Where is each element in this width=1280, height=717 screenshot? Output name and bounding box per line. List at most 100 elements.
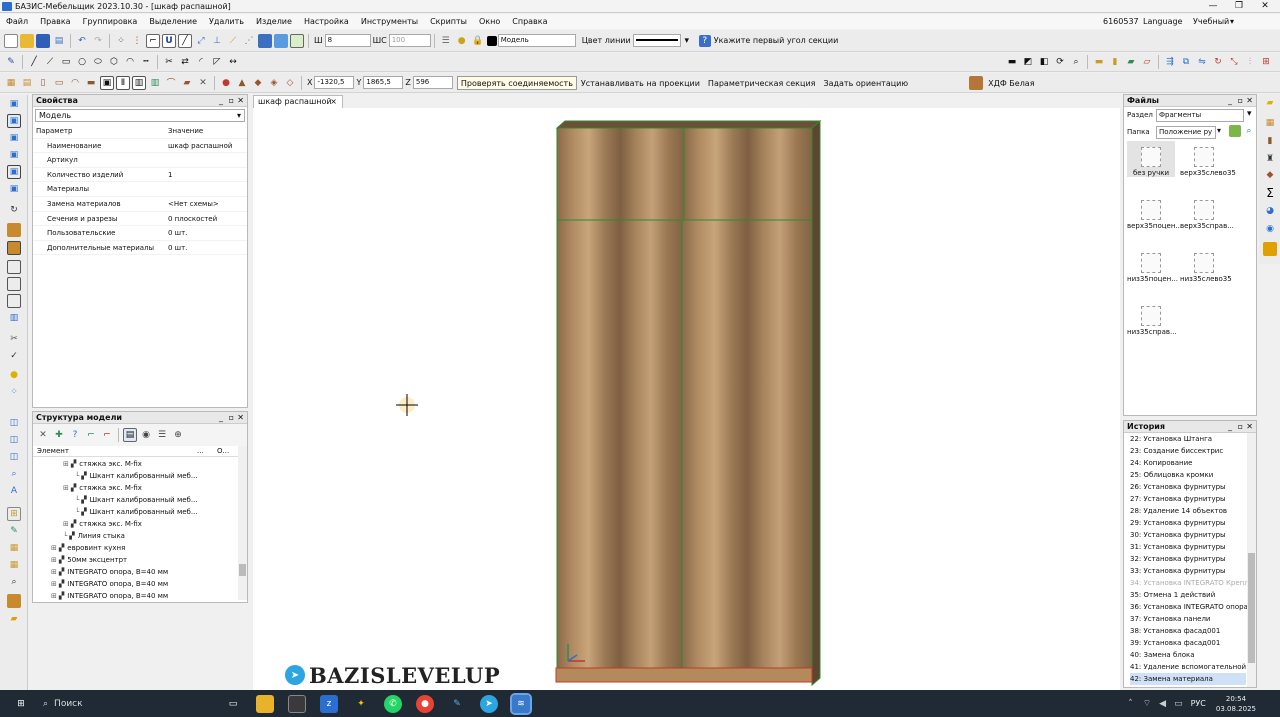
- history-item[interactable]: 23: Создание биссектрис: [1130, 445, 1246, 457]
- z-coordinate-field[interactable]: 596: [412, 76, 453, 89]
- x-coordinate-field[interactable]: -1320,5: [314, 76, 355, 89]
- check-connectivity-toggle[interactable]: Проверять соединяемость: [456, 75, 577, 90]
- snap-node-icon[interactable]: ⋮: [130, 34, 144, 48]
- menu-help[interactable]: Справка: [506, 17, 553, 26]
- snap-corner-icon[interactable]: ⌐: [146, 33, 160, 48]
- strip-frame-icon[interactable]: [7, 260, 21, 274]
- fragment-thumb[interactable]: верх35справ...: [1180, 194, 1234, 230]
- strip-grid-icon[interactable]: ⁘: [7, 385, 21, 399]
- rectangle-tool-icon[interactable]: ▭: [59, 55, 73, 69]
- structure-group-icon[interactable]: ⊕: [171, 428, 185, 442]
- structure-eye-icon[interactable]: ◉: [139, 428, 153, 442]
- revolve-icon[interactable]: ◈: [267, 76, 281, 90]
- polygon-tool-icon[interactable]: ⬡: [107, 55, 121, 69]
- set-orientation-button[interactable]: Задать ориентацию: [819, 76, 912, 90]
- door-icon[interactable]: ▯: [36, 76, 50, 90]
- section-chevron-icon[interactable]: ▾: [1247, 109, 1252, 119]
- right-stamp-icon[interactable]: ♜: [1263, 152, 1277, 166]
- line-style-dropdown-icon[interactable]: ▾: [682, 34, 692, 48]
- structure-filter-icon[interactable]: ▤: [123, 428, 137, 442]
- material-swatch-icon[interactable]: [969, 75, 984, 90]
- snap-line-icon[interactable]: ╱: [178, 33, 192, 48]
- transform-array-icon[interactable]: ⊞: [1259, 55, 1273, 69]
- strip-panel5-icon[interactable]: ▣: [7, 165, 21, 179]
- facade-icon[interactable]: ▥: [148, 76, 162, 90]
- structure-help-icon[interactable]: ?: [68, 428, 82, 442]
- strip-tool3-icon[interactable]: ▦: [7, 541, 21, 555]
- select-tool-icon[interactable]: ✎: [4, 55, 18, 69]
- history-item[interactable]: 24: Копирование: [1130, 457, 1246, 469]
- menu-settings[interactable]: Настройка: [298, 17, 355, 26]
- extrude-icon[interactable]: ◆: [251, 76, 265, 90]
- edge-band-icon[interactable]: ▰: [180, 76, 194, 90]
- tree-item[interactable]: ⊞ ▞ стяжка экс. M-fix: [63, 482, 142, 494]
- right-palette-icon[interactable]: ◕: [1263, 204, 1277, 218]
- bottom-right-door[interactable]: [681, 219, 813, 669]
- strip-rotate-icon[interactable]: ↻: [7, 203, 21, 217]
- top-right-door[interactable]: [683, 127, 813, 221]
- property-row[interactable]: Количество изделий 1: [33, 168, 247, 183]
- layers-icon[interactable]: ☰: [439, 34, 453, 48]
- new-file-icon[interactable]: [4, 33, 18, 48]
- drawer-icon[interactable]: ▭: [52, 76, 66, 90]
- structure-add-icon[interactable]: ✚: [52, 428, 66, 442]
- structure-unlink-icon[interactable]: ⌐: [100, 428, 114, 442]
- properties-minimize-button[interactable]: _: [219, 95, 223, 107]
- offset-tool-icon[interactable]: ⇄: [178, 55, 192, 69]
- snap-tangent-icon[interactable]: ⤢: [194, 34, 208, 48]
- strip-view3-icon[interactable]: ◫: [7, 450, 21, 464]
- tree-item[interactable]: ⊞ ▞ INTEGRATO опора, B=40 мм: [51, 566, 168, 578]
- strip-check-icon[interactable]: ✓: [7, 349, 21, 363]
- property-row[interactable]: Наименование шкаф распашной: [33, 139, 247, 154]
- expand-icon[interactable]: ⊞: [51, 568, 57, 576]
- strip-panel4-icon[interactable]: ▣: [7, 148, 21, 162]
- maximize-button[interactable]: ❐: [1226, 0, 1252, 13]
- structure-scrollbar[interactable]: [238, 446, 247, 600]
- explorer-icon[interactable]: [256, 694, 274, 713]
- y-coordinate-field[interactable]: 1865,5: [363, 76, 404, 89]
- chamfer-tool-icon[interactable]: ◸: [210, 55, 224, 69]
- structure-tools-icon[interactable]: ✕: [36, 428, 50, 442]
- history-item[interactable]: 41: Удаление вспомогательной ге: [1130, 661, 1256, 673]
- property-row[interactable]: Сечения и разрезы 0 плоскостей: [33, 212, 247, 227]
- start-windows-icon[interactable]: ⊞: [12, 695, 30, 713]
- tree-item[interactable]: ⊞ ▞ 50мм эксцентрт: [51, 554, 127, 566]
- open-file-icon[interactable]: [20, 33, 34, 48]
- view-front-icon[interactable]: ▬: [1005, 55, 1019, 69]
- fastener-icon[interactable]: ✕: [196, 76, 210, 90]
- history-item[interactable]: 39: Установка фасад001: [1130, 637, 1246, 649]
- tree-item[interactable]: └ ▞ Шкант калиброванный меб...: [75, 506, 198, 518]
- strip-tool4-icon[interactable]: ▦: [7, 558, 21, 572]
- network-icon[interactable]: ⌔: [1143, 698, 1151, 709]
- frame-icon[interactable]: Ⅱ: [116, 75, 130, 90]
- bottom-left-door[interactable]: [556, 219, 683, 669]
- strip-panel3-icon[interactable]: ▣: [7, 131, 21, 145]
- structure-float-button[interactable]: ▫: [229, 412, 234, 424]
- chrome-icon[interactable]: ●: [416, 694, 434, 713]
- property-row[interactable]: Дополнительные материалы 0 шт.: [33, 241, 247, 256]
- lock-icon[interactable]: 🔒: [471, 34, 485, 48]
- view-iso-icon[interactable]: ◩: [1021, 55, 1035, 69]
- line-style-select[interactable]: [632, 34, 681, 47]
- tree-item[interactable]: └ ▞ Шкант калиброванный меб...: [75, 470, 198, 482]
- expand-icon[interactable]: ⊞: [51, 592, 57, 600]
- history-item[interactable]: 31: Установка фурнитуры: [1130, 541, 1246, 553]
- mode-menu[interactable]: Учебный: [1193, 14, 1229, 29]
- current-material[interactable]: ХДФ Белая: [984, 76, 1038, 90]
- files-float-button[interactable]: ▫: [1238, 95, 1243, 107]
- tree-item[interactable]: ⊞ ▞ INTEGRATO опора, B=40 мм: [51, 590, 168, 602]
- expand-icon[interactable]: ⊞: [51, 544, 57, 552]
- history-item[interactable]: 36: Установка INTEGRATO опора: [1130, 601, 1248, 613]
- dimension-tool-icon[interactable]: ↔: [226, 55, 240, 69]
- parametric-section-toggle[interactable]: Параметрическая секция: [704, 76, 820, 90]
- cone-icon[interactable]: ▲: [235, 76, 249, 90]
- right-folder-icon[interactable]: ▰: [1263, 96, 1277, 110]
- section-select[interactable]: Фрагменты: [1156, 109, 1244, 122]
- transform-align-icon[interactable]: ⫶: [1243, 55, 1257, 69]
- fillet-tool-icon[interactable]: ◜: [194, 55, 208, 69]
- tree-item[interactable]: └ ▞ Линия стыка: [63, 530, 125, 542]
- strip-text-icon[interactable]: A: [7, 484, 21, 498]
- trim-tool-icon[interactable]: ✂: [162, 55, 176, 69]
- structure-link-icon[interactable]: ⌐: [84, 428, 98, 442]
- sweep-icon[interactable]: ◇: [283, 76, 297, 90]
